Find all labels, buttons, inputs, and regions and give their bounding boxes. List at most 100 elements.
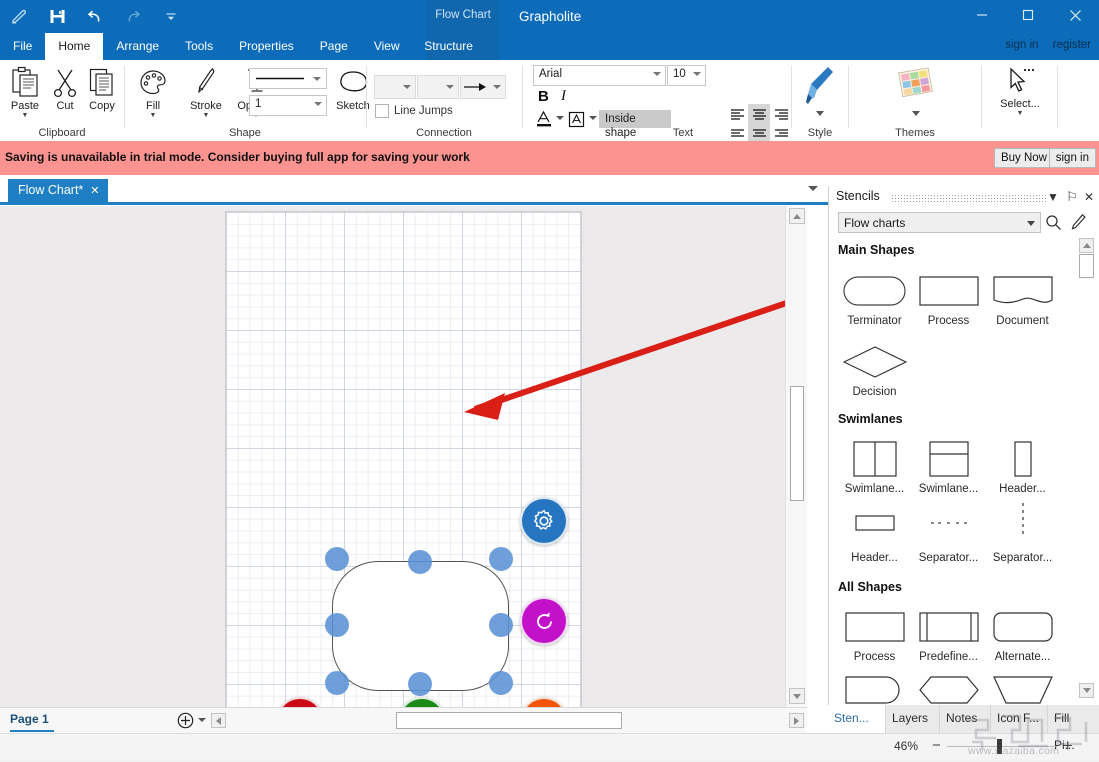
undo-icon[interactable] bbox=[76, 2, 114, 32]
fill-dropdown-caret[interactable]: ▼ bbox=[130, 112, 176, 120]
resize-handle-sw[interactable] bbox=[325, 671, 349, 695]
ribbon-tab-view[interactable]: View bbox=[361, 33, 413, 60]
font-color-button[interactable] bbox=[535, 110, 554, 132]
page-menu-caret[interactable] bbox=[198, 718, 206, 722]
titlebar-sign-in-link[interactable]: sign in bbox=[1005, 39, 1038, 51]
stencil-scroll-thumb[interactable] bbox=[1079, 254, 1094, 278]
stencil-item-header-vertical[interactable]: Header... bbox=[980, 438, 1065, 495]
redo-icon[interactable] bbox=[114, 2, 152, 32]
chevron-down-icon[interactable] bbox=[1027, 221, 1035, 226]
text-highlight-button[interactable] bbox=[567, 110, 586, 132]
resize-handle-n[interactable] bbox=[408, 550, 432, 574]
stroke-dropdown-caret[interactable]: ▼ bbox=[180, 112, 232, 120]
add-page-button[interactable] bbox=[177, 712, 194, 732]
stencil-scroll-up-button[interactable] bbox=[1079, 238, 1094, 253]
resize-handle-s[interactable] bbox=[408, 672, 432, 696]
ribbon-tab-tools[interactable]: Tools bbox=[172, 33, 226, 60]
close-icon[interactable]: ✕ bbox=[90, 185, 99, 197]
document-tab-flow-chart[interactable]: Flow Chart* ✕ bbox=[8, 179, 108, 202]
stencil-item-terminator[interactable]: Terminator bbox=[832, 270, 917, 327]
fill-button[interactable]: Fill ▼ bbox=[130, 64, 176, 120]
stencil-item-decision[interactable]: Decision bbox=[832, 341, 917, 398]
maximize-button[interactable] bbox=[1005, 0, 1051, 30]
pen-icon[interactable] bbox=[0, 2, 38, 32]
align-right-button[interactable] bbox=[770, 104, 792, 123]
select-button[interactable]: Select... ▼ bbox=[996, 62, 1044, 118]
stencil-item-delay[interactable] bbox=[832, 676, 917, 704]
ribbon-tab-arrange[interactable]: Arrange bbox=[103, 33, 172, 60]
resize-handle-w[interactable] bbox=[325, 613, 349, 637]
copy-button[interactable]: Copy bbox=[79, 64, 125, 112]
stencil-library-combo[interactable]: Flow charts bbox=[838, 212, 1041, 233]
zoom-in-button[interactable]: + bbox=[1063, 737, 1073, 754]
stencil-search-button[interactable] bbox=[1045, 214, 1062, 234]
zoom-slider-thumb[interactable] bbox=[996, 738, 1002, 754]
select-dropdown-caret[interactable]: ▼ bbox=[996, 110, 1044, 118]
line-jumps-checkbox[interactable]: Line Jumps bbox=[375, 104, 453, 118]
banner-sign-in-button[interactable]: sign in bbox=[1048, 148, 1096, 168]
stencil-item-separator-horizontal[interactable]: Separator... bbox=[906, 508, 991, 564]
canvas-vertical-scrollbar[interactable] bbox=[785, 206, 807, 707]
themes-button[interactable] bbox=[897, 67, 937, 106]
line-style-combo[interactable] bbox=[249, 68, 327, 89]
font-color-caret[interactable] bbox=[556, 116, 564, 120]
stencil-item-separator-vertical[interactable]: Separator... bbox=[980, 500, 1065, 564]
stencil-item-swimlane-vertical[interactable]: Swimlane... bbox=[832, 438, 917, 495]
connector-routing-button[interactable] bbox=[417, 75, 459, 99]
font-family-combo[interactable]: Arial bbox=[533, 65, 666, 86]
italic-button[interactable]: I bbox=[561, 88, 566, 105]
titlebar-register-link[interactable]: register bbox=[1053, 39, 1091, 51]
chevron-down-icon[interactable] bbox=[313, 77, 321, 81]
close-icon[interactable]: ✕ bbox=[1082, 190, 1096, 204]
ribbon-tab-file[interactable]: File bbox=[0, 33, 45, 60]
connector-type-button[interactable] bbox=[374, 75, 416, 99]
minimize-button[interactable] bbox=[959, 0, 1005, 30]
stencil-item-all-process[interactable]: Process bbox=[832, 606, 917, 663]
chevron-down-icon[interactable] bbox=[693, 72, 701, 76]
scroll-thumb-horizontal[interactable] bbox=[396, 712, 622, 729]
ribbon-tab-properties[interactable]: Properties bbox=[226, 33, 307, 60]
scroll-up-button[interactable] bbox=[789, 208, 805, 224]
stencil-item-process[interactable]: Process bbox=[906, 270, 991, 327]
zoom-slider-track[interactable] bbox=[946, 738, 1057, 754]
resize-handle-ne[interactable] bbox=[489, 547, 513, 571]
ribbon-tab-structure[interactable]: Structure bbox=[413, 33, 485, 60]
style-dropdown-caret[interactable] bbox=[816, 111, 824, 116]
panel-tab-fill-pictures[interactable]: Fill Pi... bbox=[1048, 705, 1099, 752]
resize-handle-e[interactable] bbox=[489, 613, 513, 637]
drag-dots-icon[interactable] bbox=[891, 194, 1046, 202]
panel-tab-notes[interactable]: Notes bbox=[940, 705, 991, 733]
close-button[interactable] bbox=[1051, 0, 1099, 30]
resize-handle-nw[interactable] bbox=[325, 547, 349, 571]
panel-menu-caret-icon[interactable]: ▼ bbox=[1046, 190, 1060, 204]
stencil-item-document[interactable]: Document bbox=[980, 270, 1065, 327]
stencil-item-preparation[interactable] bbox=[906, 676, 991, 704]
arrow-end-button[interactable] bbox=[460, 75, 506, 99]
panel-tab-stencils[interactable]: Sten... bbox=[828, 705, 886, 733]
canvas-area[interactable] bbox=[0, 206, 807, 707]
customize-icon[interactable] bbox=[152, 2, 190, 32]
scroll-left-button[interactable] bbox=[211, 713, 226, 728]
scroll-right-button[interactable] bbox=[789, 713, 804, 728]
scroll-down-button[interactable] bbox=[789, 688, 805, 704]
align-bottom-button[interactable] bbox=[770, 123, 792, 142]
settings-action-button[interactable] bbox=[520, 497, 568, 545]
chevron-down-icon[interactable] bbox=[446, 85, 454, 89]
text-position-button[interactable]: Inside shape bbox=[599, 110, 671, 139]
chevron-down-icon[interactable] bbox=[493, 85, 501, 89]
page-tab-page-1[interactable]: Page 1 bbox=[10, 712, 49, 726]
stencil-edit-button[interactable] bbox=[1070, 213, 1087, 234]
chevron-down-icon[interactable] bbox=[403, 85, 411, 89]
pin-icon[interactable]: ⚐ bbox=[1065, 189, 1079, 204]
align-middle-button[interactable] bbox=[748, 123, 770, 142]
ribbon-tab-page[interactable]: Page bbox=[307, 33, 361, 60]
buy-now-button[interactable]: Buy Now bbox=[993, 148, 1054, 168]
save-icon[interactable] bbox=[38, 2, 76, 32]
stencil-scroll-down-button[interactable] bbox=[1079, 683, 1094, 698]
font-size-combo[interactable]: 10 bbox=[667, 65, 706, 86]
stencil-item-swimlane-horizontal[interactable]: Swimlane... bbox=[906, 438, 991, 495]
stencil-item-manual-operation[interactable] bbox=[980, 676, 1065, 704]
line-width-combo[interactable]: 1 bbox=[249, 95, 327, 116]
style-brush-button[interactable] bbox=[802, 65, 838, 112]
chevron-down-icon[interactable] bbox=[653, 72, 661, 76]
